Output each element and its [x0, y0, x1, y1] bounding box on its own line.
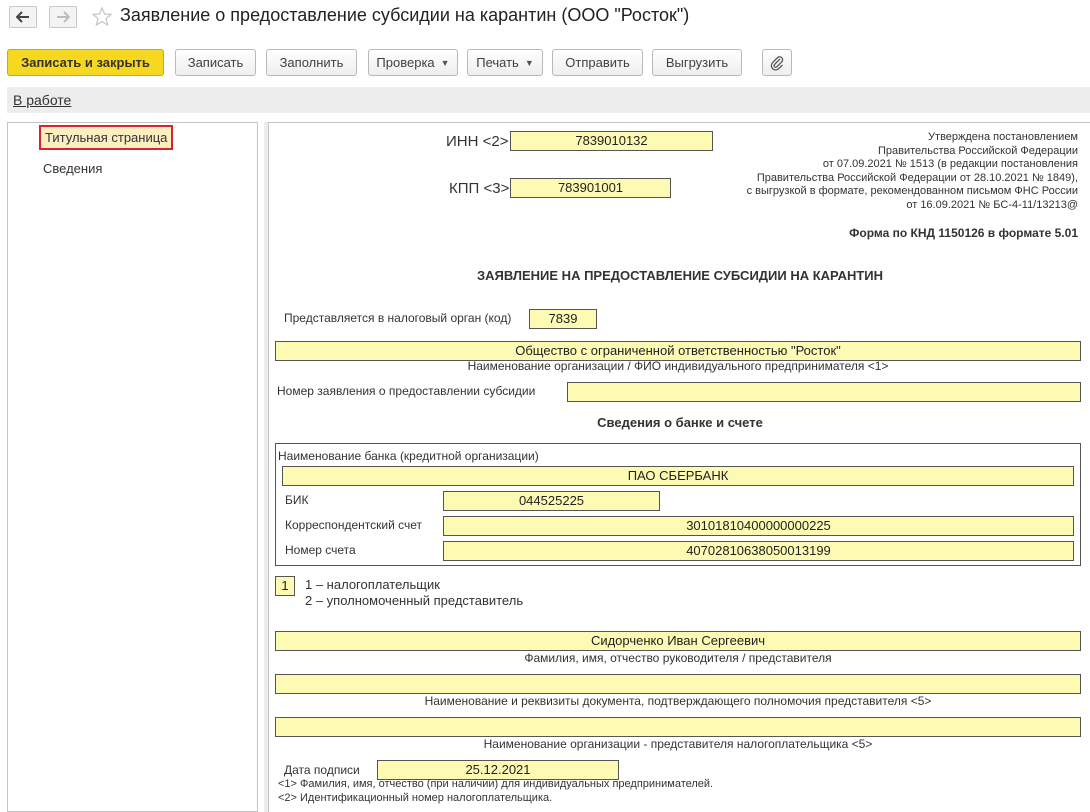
kpp-field[interactable]: 783901001	[510, 178, 671, 198]
nav-item-details[interactable]: Сведения	[43, 161, 102, 176]
dropdown-caret-icon: ▼	[440, 57, 450, 68]
footnote-2: <2> Идентификационный номер налогоплател…	[278, 792, 553, 804]
bank-details-box: Наименование банка (кредитной организаци…	[275, 443, 1081, 566]
print-dropdown-button[interactable]: Печать ▼	[467, 49, 543, 76]
save-button[interactable]: Записать	[175, 49, 256, 76]
representative-org-field[interactable]	[275, 717, 1081, 737]
attach-button[interactable]	[762, 49, 792, 76]
approval-line: от 16.09.2021 № БС-4-11/13213@	[906, 198, 1078, 211]
sign-date-label: Дата подписи	[284, 763, 360, 777]
bank-section-title: Сведения о банке и счете	[597, 415, 763, 430]
head-name-field[interactable]: Сидорченко Иван Сергеевич	[275, 631, 1081, 651]
org-name-caption: Наименование организации / ФИО индивидуа…	[467, 359, 889, 373]
form-heading: ЗАЯВЛЕНИЕ НА ПРЕДОСТАВЛЕНИЕ СУБСИДИИ НА …	[476, 268, 884, 283]
representative-org-caption: Наименование организации - представителя…	[483, 737, 873, 751]
application-number-field[interactable]	[567, 382, 1081, 402]
back-button[interactable]	[9, 6, 37, 28]
check-label: Проверка	[376, 55, 435, 70]
favorite-star-icon[interactable]	[91, 6, 113, 29]
inn-field[interactable]: 7839010132	[510, 131, 713, 151]
section-nav-panel: Титульная страница Сведения	[7, 122, 258, 812]
authority-document-field[interactable]	[275, 674, 1081, 694]
bik-label: БИК	[285, 493, 309, 507]
bank-name-label: Наименование банка (кредитной организаци…	[278, 449, 539, 463]
approval-line: Утверждена постановлением	[928, 131, 1078, 143]
approval-line: Правительства Российской Федерации от 28…	[756, 171, 1078, 184]
print-label: Печать	[476, 55, 519, 70]
bik-field[interactable]: 044525225	[443, 491, 660, 511]
nav-item-title-page[interactable]: Титульная страница	[39, 125, 174, 150]
tax-office-label: Представляется в налоговый орган (код)	[284, 311, 512, 325]
corr-account-label: Корреспондентский счет	[285, 518, 423, 532]
form-document: ИНН <2> 7839010132 КПП <3> 783901001 Утв…	[268, 122, 1090, 812]
bank-name-field[interactable]: ПАО СБЕРБАНК	[282, 466, 1074, 486]
approval-line: Правительства Российской Федерации	[878, 144, 1078, 157]
account-number-label: Номер счета	[285, 543, 356, 557]
corr-account-field[interactable]: 30101810400000000225	[443, 516, 1074, 536]
status-link[interactable]: В работе	[13, 92, 71, 108]
dropdown-caret-icon: ▼	[524, 57, 534, 68]
authority-document-caption: Наименование и реквизиты документа, подт…	[424, 694, 932, 708]
footnote-1: <1> Фамилия, имя, отчество (при наличии)…	[278, 778, 714, 790]
tax-office-field[interactable]: 7839	[529, 309, 597, 329]
fill-button[interactable]: Заполнить	[266, 49, 357, 76]
window-title: Заявление о предоставление субсидии на к…	[120, 5, 690, 25]
export-button[interactable]: Выгрузить	[652, 49, 742, 76]
org-name-field[interactable]: Общество с ограниченной ответственностью…	[275, 341, 1081, 361]
signer-code-field[interactable]: 1	[275, 576, 295, 596]
knd-form-code: Форма по КНД 1150126 в формате 5.01	[849, 226, 1078, 240]
forward-button[interactable]	[49, 6, 77, 28]
signer-option-1: 1 – налогоплательщик	[305, 577, 440, 592]
sign-date-field[interactable]: 25.12.2021	[377, 760, 619, 780]
send-button[interactable]: Отправить	[552, 49, 643, 76]
approval-note: Утверждена постановлением Правительства …	[747, 131, 1078, 212]
check-dropdown-button[interactable]: Проверка ▼	[368, 49, 458, 76]
paperclip-icon	[770, 55, 784, 71]
status-bar: В работе	[7, 87, 1090, 113]
approval-line: с выгрузкой в формате, рекомендованном п…	[746, 185, 1078, 197]
save-and-close-button[interactable]: Записать и закрыть	[7, 49, 164, 76]
arrow-left-icon	[16, 11, 29, 23]
account-number-field[interactable]: 40702810638050013199	[443, 541, 1074, 561]
signer-option-2: 2 – уполномоченный представитель	[305, 593, 524, 608]
kpp-label: КПП <3>	[449, 180, 510, 197]
application-number-label: Номер заявления о предоставлении субсиди…	[277, 384, 536, 398]
arrow-right-icon	[57, 11, 70, 23]
inn-label: ИНН <2>	[446, 133, 509, 150]
approval-line: от 07.09.2021 № 1513 (в редакции постано…	[822, 158, 1078, 170]
head-name-caption: Фамилия, имя, отчество руководителя / пр…	[524, 651, 832, 665]
